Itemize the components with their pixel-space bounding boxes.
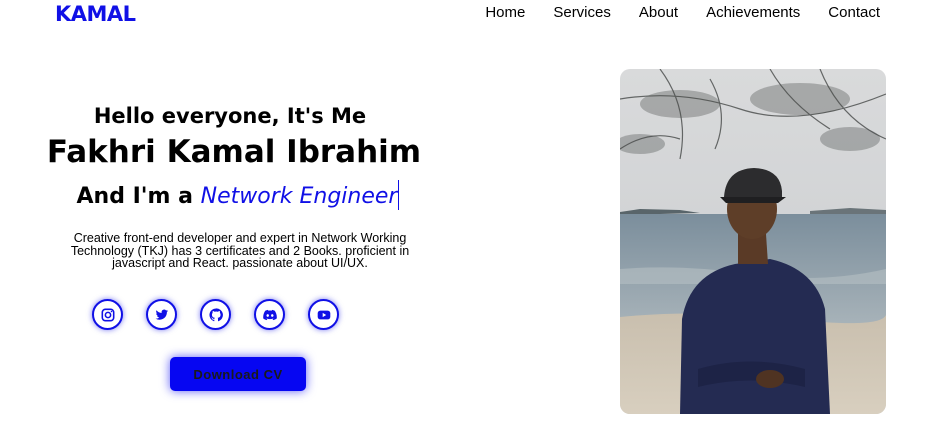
github-icon [208, 307, 223, 321]
profile-photo [620, 69, 886, 414]
hero-bio: Creative front-end developer and expert … [70, 231, 410, 270]
twitter-link[interactable] [146, 299, 177, 330]
typing-caret [398, 180, 400, 210]
social-links [92, 299, 339, 330]
main-nav: Home Services About Achievements Contact [485, 4, 880, 21]
nav-about[interactable]: About [639, 4, 678, 21]
twitter-icon [155, 309, 168, 320]
github-link[interactable] [200, 299, 231, 330]
hero-name: Fakhri Kamal Ibrahim [46, 134, 422, 170]
discord-link[interactable] [254, 299, 285, 330]
nav-achievements[interactable]: Achievements [706, 4, 800, 21]
youtube-icon [317, 310, 330, 319]
hero-greeting: Hello everyone, It's Me [93, 104, 367, 128]
profile-photo-illustration [620, 69, 886, 414]
discord-icon [262, 309, 277, 320]
nav-services[interactable]: Services [553, 4, 611, 21]
nav-home[interactable]: Home [485, 4, 525, 21]
hero-role: And I'm a Network Engineer [0, 180, 476, 210]
download-cv-button[interactable]: Download CV [170, 357, 306, 391]
instagram-link[interactable] [92, 299, 123, 330]
site-logo[interactable]: KAMAL [55, 2, 136, 26]
youtube-link[interactable] [308, 299, 339, 330]
nav-contact[interactable]: Contact [828, 4, 880, 21]
role-typed-text: Network Engineer [200, 184, 398, 209]
instagram-icon [101, 308, 114, 321]
page: KAMAL Home Services About Achievements C… [0, 0, 941, 421]
role-prefix: And I'm a [76, 184, 193, 209]
